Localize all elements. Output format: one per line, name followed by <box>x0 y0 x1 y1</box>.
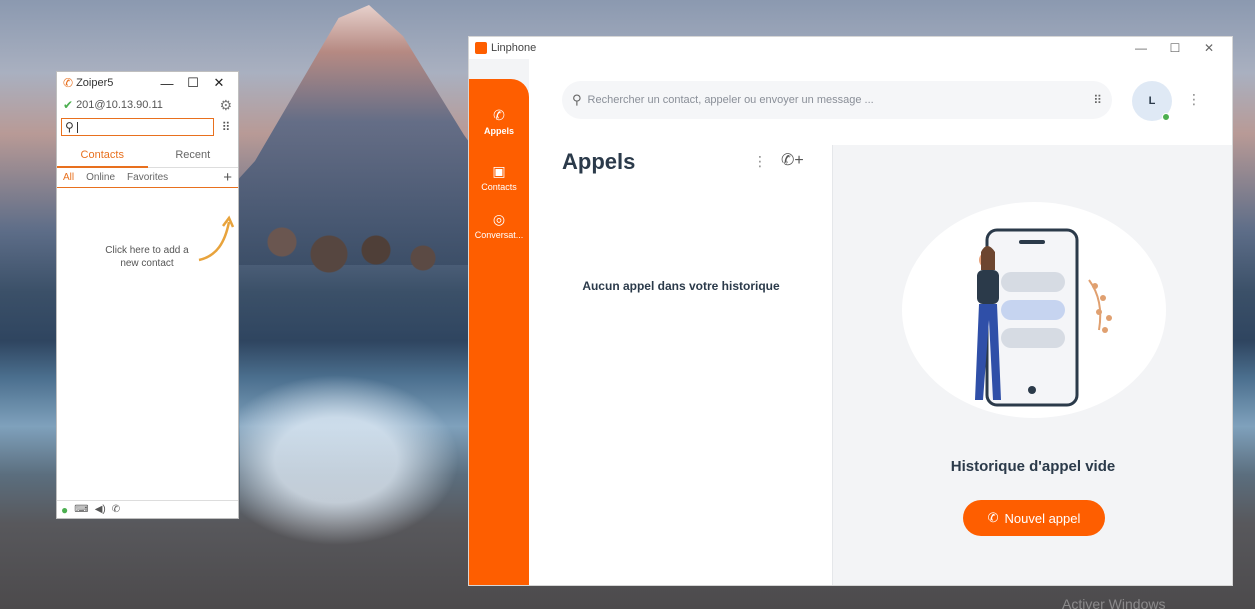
close-button[interactable]: ✕ <box>206 75 232 91</box>
add-contact-button[interactable]: + <box>223 169 232 186</box>
linphone-header: ⚲ Rechercher un contact, appeler ou envo… <box>529 59 1232 145</box>
windows-activation-watermark: Activer Windows <box>1062 596 1166 609</box>
linphone-logo-icon <box>475 42 487 54</box>
sidebar-item-label: Contacts <box>481 182 517 192</box>
status-ok-icon: ● <box>61 502 69 517</box>
maximize-button[interactable]: ☐ <box>180 75 206 91</box>
zoiper-statusbar: ● ⌨ ◀) ✆ <box>57 500 238 518</box>
phone-icon: ✆ <box>493 107 505 123</box>
sidebar-item-appels[interactable]: ✆ Appels <box>469 107 529 136</box>
minimize-button[interactable]: — <box>154 76 180 91</box>
search-input[interactable]: ⚲ Rechercher un contact, appeler ou envo… <box>562 81 1112 119</box>
zoiper-logo-icon: ✆ <box>63 76 74 90</box>
zoiper-tabs: Contacts Recent <box>57 142 238 168</box>
call-icon[interactable]: ✆ <box>112 504 120 515</box>
hint-arrow-icon <box>198 215 235 262</box>
search-icon: ⚲ <box>65 120 74 134</box>
gear-icon[interactable]: ⚙ <box>219 97 232 114</box>
linphone-window: Linphone — ☐ ✕ ⚲ Rechercher un contact, … <box>468 36 1233 586</box>
calls-main-panel: Historique d'appel vide ✆ Nouvel appel <box>834 145 1232 585</box>
empty-history-title: Historique d'appel vide <box>950 458 1116 475</box>
new-call-icon: ✆ <box>987 510 999 525</box>
presence-dot <box>1162 113 1170 121</box>
empty-history-message: Aucun appel dans votre historique <box>582 279 780 293</box>
keyboard-icon[interactable]: ⌨ <box>74 504 88 515</box>
speaker-icon[interactable]: ◀) <box>95 504 106 515</box>
linphone-body: ⚲ Rechercher un contact, appeler ou envo… <box>469 59 1232 585</box>
subtab-favorites[interactable]: Favorites <box>127 172 168 183</box>
maximize-button[interactable]: ☐ <box>1158 41 1192 55</box>
zoiper-titlebar[interactable]: ✆ Zoiper5 — ☐ ✕ <box>57 72 238 94</box>
zoiper-title: Zoiper5 <box>76 77 114 89</box>
chat-icon: ◎ <box>492 211 506 227</box>
registered-check-icon: ✔ <box>63 98 74 112</box>
dialpad-icon[interactable]: ⠿ <box>1093 93 1102 107</box>
account-status[interactable]: ✔ 201@10.13.90.11 ⚙ <box>57 94 238 116</box>
new-call-icon[interactable]: ✆+ <box>781 150 804 170</box>
list-options-icon[interactable]: ⋮ <box>753 153 767 170</box>
account-label: 201@10.13.90.11 <box>76 99 163 111</box>
dialpad-icon[interactable]: ⠿ <box>218 120 234 134</box>
subtab-online[interactable]: Online <box>86 172 115 183</box>
wave-scene <box>240 360 480 560</box>
search-input[interactable]: ⚲ <box>61 118 214 136</box>
sidebar-item-label: Appels <box>483 126 514 136</box>
add-contact-hint: Click here to add a new contact <box>105 245 189 269</box>
zoiper-subtabs: All Online Favorites + <box>57 168 238 188</box>
close-button[interactable]: ✕ <box>1192 41 1226 55</box>
linphone-titlebar[interactable]: Linphone — ☐ ✕ <box>469 37 1232 59</box>
rocks-scene <box>235 210 470 290</box>
linphone-title: Linphone <box>491 42 537 54</box>
calls-list-panel: Appels ⋮ ✆+ Aucun appel dans votre histo… <box>529 145 833 585</box>
subtab-all[interactable]: All <box>63 172 74 183</box>
zoiper-window: ✆ Zoiper5 — ☐ ✕ ✔ 201@10.13.90.11 ⚙ ⚲ ⠿ … <box>56 71 239 519</box>
linphone-sidebar: ✆ Appels ▣ Contacts ◎ Conversat... <box>469 79 529 585</box>
more-options-icon[interactable]: ⋮ <box>1187 91 1201 108</box>
search-placeholder: Rechercher un contact, appeler ou envoye… <box>587 94 874 106</box>
new-call-button[interactable]: ✆ Nouvel appel <box>963 500 1105 536</box>
contacts-icon: ▣ <box>492 163 506 179</box>
minimize-button[interactable]: — <box>1124 41 1158 55</box>
text-caret <box>76 121 78 133</box>
page-title: Appels <box>562 149 636 174</box>
search-icon: ⚲ <box>572 92 582 107</box>
sidebar-item-contacts[interactable]: ▣ Contacts <box>469 163 529 192</box>
search-row: ⚲ ⠿ <box>57 116 238 138</box>
empty-history-illustration <box>902 202 1166 418</box>
sidebar-item-label: Conversat... <box>474 230 524 240</box>
tab-recent[interactable]: Recent <box>148 142 239 168</box>
sidebar-item-conversations[interactable]: ◎ Conversat... <box>469 211 529 240</box>
tab-contacts[interactable]: Contacts <box>57 142 148 168</box>
new-call-label: Nouvel appel <box>1004 510 1081 526</box>
